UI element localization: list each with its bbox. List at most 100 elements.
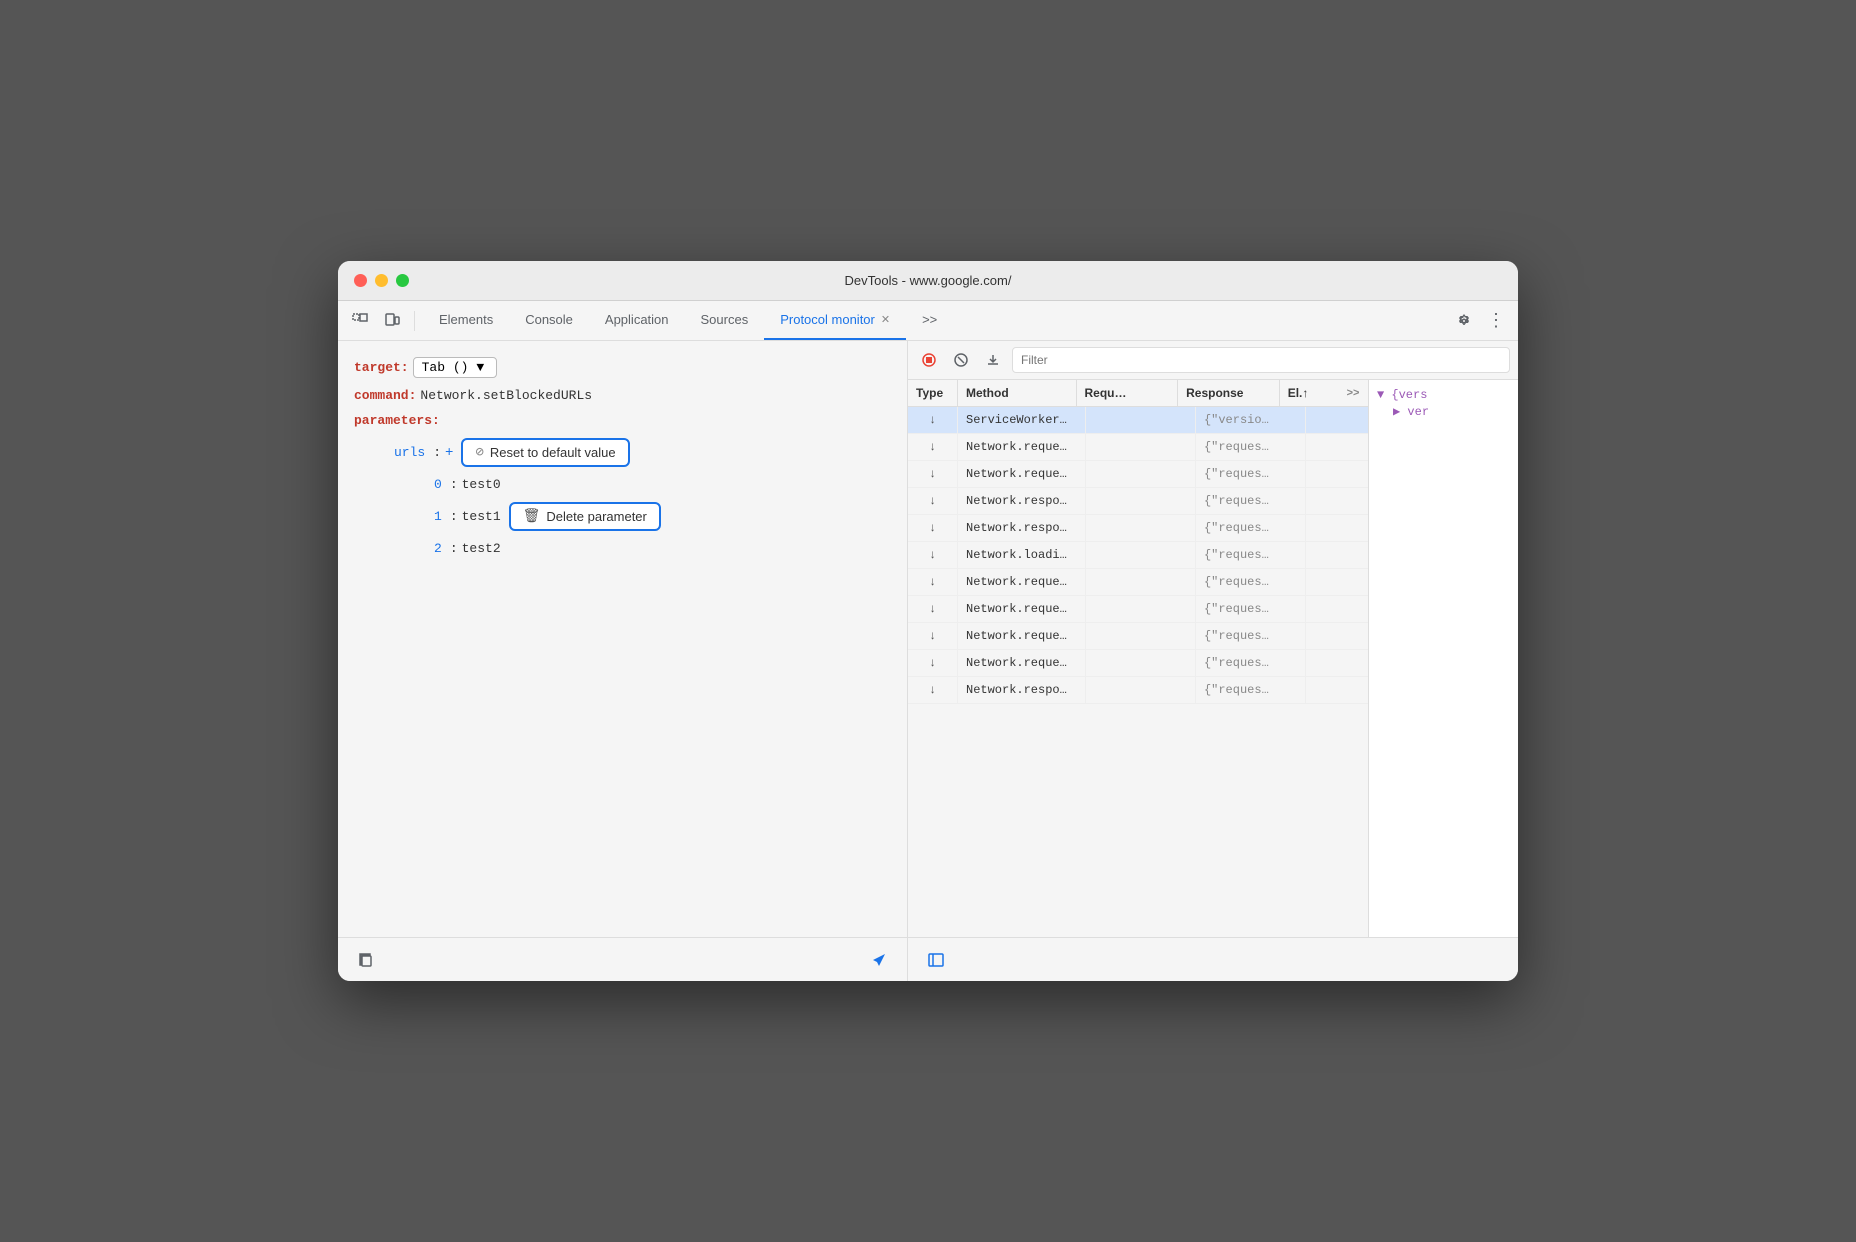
cell-response: {"reques… xyxy=(1196,569,1306,595)
table-row[interactable]: ↓ Network.reque… {"reques… xyxy=(908,596,1368,623)
traffic-lights xyxy=(354,274,409,287)
parameters-row: parameters: xyxy=(354,413,891,428)
cell-type: ↓ xyxy=(908,542,958,568)
table-row[interactable]: ↓ Network.reque… {"reques… xyxy=(908,569,1368,596)
col-more-button[interactable]: >> xyxy=(1338,380,1368,406)
device-toolbar-icon[interactable] xyxy=(378,307,406,335)
cell-el xyxy=(1306,461,1368,487)
target-row: target: Tab () ▼ xyxy=(354,357,891,378)
download-button[interactable] xyxy=(980,347,1006,373)
cell-requ xyxy=(1086,461,1196,487)
toolbar-divider-1 xyxy=(414,311,415,331)
table-row[interactable]: ↓ Network.loadi… {"reques… xyxy=(908,542,1368,569)
cell-requ xyxy=(1086,569,1196,595)
titlebar: DevTools - www.google.com/ xyxy=(338,261,1518,301)
table-row[interactable]: ↓ ServiceWorker… {"versio… xyxy=(908,407,1368,434)
right-panel: Type Method Requ… Response El.↑ xyxy=(908,341,1518,981)
cell-method: Network.reque… xyxy=(958,434,1086,460)
cell-el xyxy=(1306,596,1368,622)
cell-response: {"reques… xyxy=(1196,677,1306,703)
tab-close-icon[interactable]: ✕ xyxy=(881,313,890,326)
send-icon[interactable] xyxy=(867,948,891,972)
col-header-method[interactable]: Method xyxy=(958,380,1077,406)
table-row[interactable]: ↓ Network.respo… {"reques… xyxy=(908,488,1368,515)
cell-method: Network.loadi… xyxy=(958,542,1086,568)
preview-line-1: ▼ {vers xyxy=(1377,388,1510,402)
tab-more[interactable]: >> xyxy=(906,301,953,340)
tab-elements[interactable]: Elements xyxy=(423,301,509,340)
col-header-requ[interactable]: Requ… xyxy=(1077,380,1179,406)
cell-response: {"reques… xyxy=(1196,461,1306,487)
cell-el xyxy=(1306,488,1368,514)
tab-application[interactable]: Application xyxy=(589,301,685,340)
table-row[interactable]: ↓ Network.reque… {"reques… xyxy=(908,623,1368,650)
stop-recording-button[interactable] xyxy=(916,347,942,373)
cell-type: ↓ xyxy=(908,488,958,514)
right-toolbar xyxy=(908,341,1518,380)
cell-method: Network.reque… xyxy=(958,650,1086,676)
col-header-response[interactable]: Response xyxy=(1178,380,1280,406)
add-url-button[interactable]: + xyxy=(445,445,453,461)
target-value: Tab () xyxy=(422,360,469,375)
close-button[interactable] xyxy=(354,274,367,287)
cell-response: {"reques… xyxy=(1196,434,1306,460)
cell-method: Network.reque… xyxy=(958,596,1086,622)
window-title: DevTools - www.google.com/ xyxy=(845,273,1012,288)
cell-response: {"reques… xyxy=(1196,596,1306,622)
colon-separator: : xyxy=(433,445,441,460)
cell-requ xyxy=(1086,434,1196,460)
table-row[interactable]: ↓ Network.reque… {"reques… xyxy=(908,650,1368,677)
command-value: Network.setBlockedURLs xyxy=(420,388,592,403)
cell-type: ↓ xyxy=(908,596,958,622)
maximize-button[interactable] xyxy=(396,274,409,287)
cell-requ xyxy=(1086,488,1196,514)
cell-response: {"versio… xyxy=(1196,407,1306,433)
parameters-label: parameters: xyxy=(354,413,440,428)
tab-navigation: Elements Console Application Sources Pro… xyxy=(423,301,1446,340)
table-row[interactable]: ↓ Network.respo… {"reques… xyxy=(908,515,1368,542)
left-panel-content: target: Tab () ▼ command: Network.setBlo… xyxy=(338,341,907,937)
reset-to-default-button[interactable]: ⊘ Reset to default value xyxy=(461,438,629,467)
cell-type: ↓ xyxy=(908,515,958,541)
cell-el xyxy=(1306,569,1368,595)
cell-response: {"reques… xyxy=(1196,515,1306,541)
cell-method: Network.respo… xyxy=(958,677,1086,703)
delete-parameter-button[interactable]: 🗑 Delete parameter xyxy=(509,502,661,531)
cell-type: ↓ xyxy=(908,434,958,460)
table-body: ↓ ServiceWorker… {"versio… xyxy=(908,407,1368,937)
table-header: Type Method Requ… Response El.↑ xyxy=(908,380,1368,407)
clear-button[interactable] xyxy=(948,347,974,373)
cell-type: ↓ xyxy=(908,461,958,487)
url-item-2: 2 : test2 xyxy=(434,541,891,556)
cell-el xyxy=(1306,650,1368,676)
cell-type: ↓ xyxy=(908,569,958,595)
url-value-2: test2 xyxy=(462,541,501,556)
col-header-type: Type xyxy=(908,380,958,406)
cell-response: {"reques… xyxy=(1196,488,1306,514)
copy-icon[interactable] xyxy=(354,948,378,972)
target-select[interactable]: Tab () ▼ xyxy=(413,357,498,378)
inspect-icon[interactable] xyxy=(346,307,374,335)
preview-panel: ▼ {vers ▶ ver xyxy=(1368,380,1518,937)
table-row[interactable]: ↓ Network.respo… {"reques… xyxy=(908,677,1368,704)
tab-sources[interactable]: Sources xyxy=(685,301,765,340)
filter-input[interactable] xyxy=(1012,347,1510,373)
sidebar-toggle-icon[interactable] xyxy=(924,948,948,972)
tab-console[interactable]: Console xyxy=(509,301,589,340)
trash-icon: 🗑 xyxy=(523,508,541,525)
target-label: target: xyxy=(354,360,409,375)
settings-icon[interactable] xyxy=(1450,307,1478,335)
table-row[interactable]: ↓ Network.reque… {"reques… xyxy=(908,461,1368,488)
cell-type: ↓ xyxy=(908,623,958,649)
cell-method: Network.reque… xyxy=(958,569,1086,595)
col-header-el[interactable]: El.↑ xyxy=(1280,380,1338,406)
minimize-button[interactable] xyxy=(375,274,388,287)
tab-bar: Elements Console Application Sources Pro… xyxy=(338,301,1518,341)
table-row[interactable]: ↓ Network.reque… {"reques… xyxy=(908,434,1368,461)
delete-button-label: Delete parameter xyxy=(546,509,646,524)
cell-el xyxy=(1306,542,1368,568)
right-bottom-bar xyxy=(908,937,1518,981)
cell-el xyxy=(1306,515,1368,541)
tab-protocol-monitor[interactable]: Protocol monitor ✕ xyxy=(764,301,906,340)
more-options-icon[interactable]: ⋮ xyxy=(1482,307,1510,335)
